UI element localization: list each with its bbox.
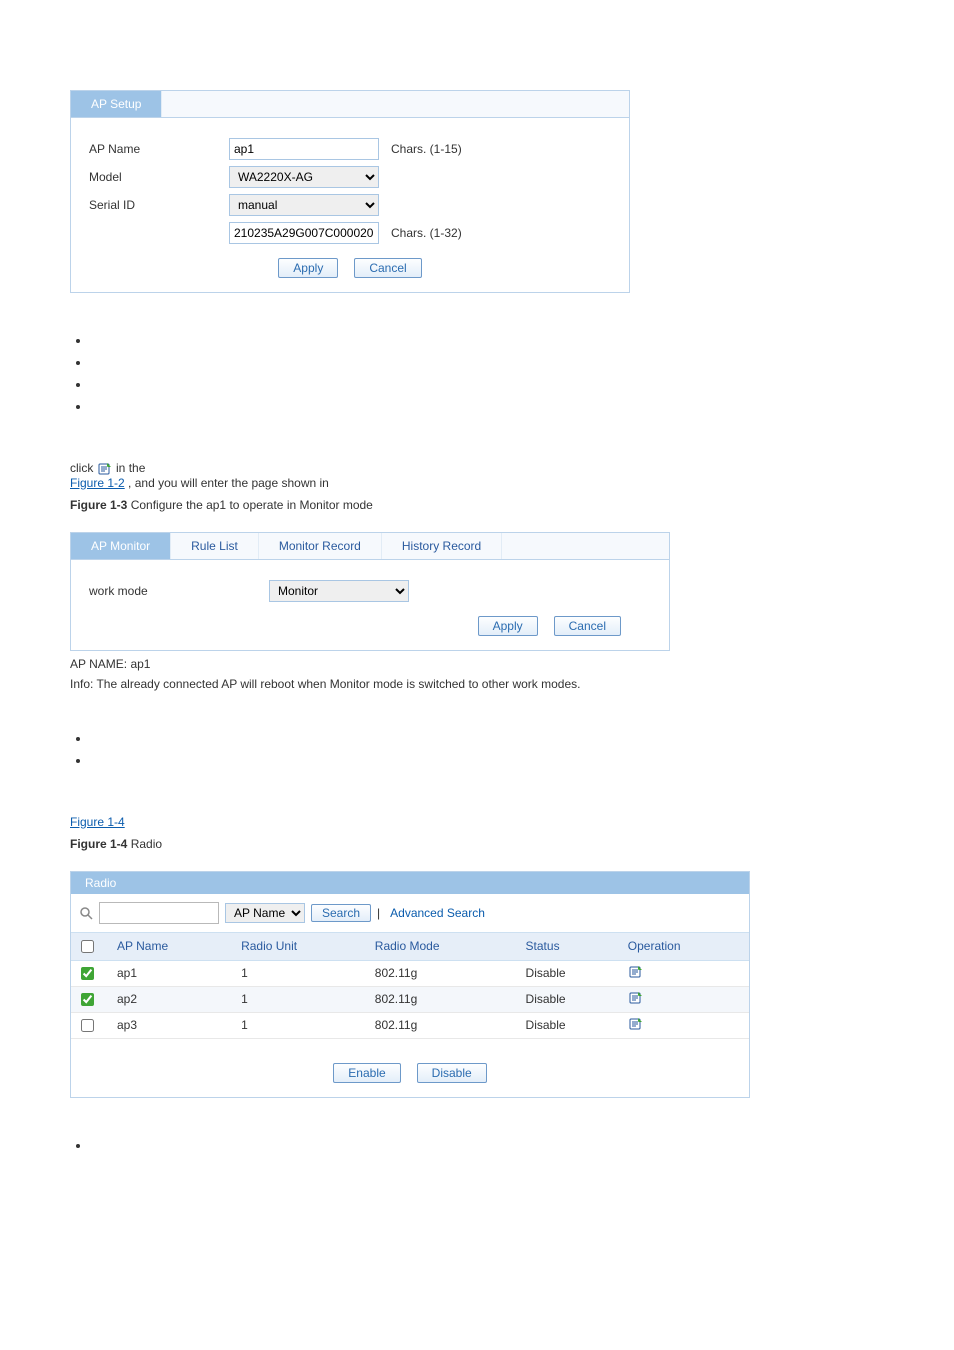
table-row: ap21802.11gDisable bbox=[71, 986, 749, 1012]
serial-mode-select[interactable]: manual bbox=[229, 194, 379, 216]
serial-hint: Chars. (1-32) bbox=[391, 226, 462, 240]
bullet-item bbox=[90, 377, 894, 399]
tab-monitor-record[interactable]: Monitor Record bbox=[259, 533, 382, 559]
cell-status: Disable bbox=[520, 986, 622, 1012]
radio-search-input[interactable] bbox=[99, 902, 219, 924]
ap-monitor-panel: AP MonitorRule ListMonitor RecordHistory… bbox=[70, 532, 670, 651]
ap-setup-panel: AP Setup AP Name Chars. (1-15) Model WA2… bbox=[70, 90, 630, 293]
col-radio-unit: Radio Unit bbox=[235, 932, 369, 960]
select-all-checkbox[interactable] bbox=[81, 940, 94, 953]
col-radio-mode: Radio Mode bbox=[369, 932, 520, 960]
bullet-list-1 bbox=[60, 333, 894, 421]
cell-ap: ap3 bbox=[111, 1012, 235, 1038]
model-label: Model bbox=[89, 170, 229, 184]
col-status: Status bbox=[520, 932, 622, 960]
cell-ap: ap1 bbox=[111, 960, 235, 986]
bullet-item bbox=[90, 1138, 894, 1160]
text-click: click bbox=[70, 461, 97, 475]
ap-setup-apply-button[interactable]: Apply bbox=[278, 258, 338, 278]
cell-mode: 802.11g bbox=[369, 1012, 520, 1038]
radio-disable-button[interactable]: Disable bbox=[417, 1063, 487, 1083]
doc-icon bbox=[97, 462, 113, 476]
work-mode-label: work mode bbox=[89, 584, 269, 598]
model-select[interactable]: WA2220X-AG bbox=[229, 166, 379, 188]
cell-status: Disable bbox=[520, 1012, 622, 1038]
tab-rule-list[interactable]: Rule List bbox=[171, 533, 259, 559]
tab-ap-setup[interactable]: AP Setup bbox=[71, 91, 162, 117]
text-post-fig2: , and you will enter the page shown in bbox=[128, 476, 329, 490]
table-row: ap11802.11gDisable bbox=[71, 960, 749, 986]
tab-history-record[interactable]: History Record bbox=[382, 533, 502, 559]
fig4-caption: Radio bbox=[131, 837, 162, 851]
radio-header: Radio bbox=[71, 872, 749, 894]
radio-enable-button[interactable]: Enable bbox=[333, 1063, 400, 1083]
ap-name-input[interactable] bbox=[229, 138, 379, 160]
edit-icon[interactable] bbox=[628, 991, 644, 1005]
edit-icon[interactable] bbox=[628, 965, 644, 979]
bullet-item bbox=[90, 355, 894, 377]
radio-search-field-select[interactable]: AP Name bbox=[225, 903, 305, 923]
col-operation: Operation bbox=[622, 932, 749, 960]
cell-mode: 802.11g bbox=[369, 960, 520, 986]
ap-setup-cancel-button[interactable]: Cancel bbox=[354, 258, 421, 278]
bullet-item bbox=[90, 731, 894, 753]
cell-unit: 1 bbox=[235, 960, 369, 986]
monitor-cancel-button[interactable]: Cancel bbox=[554, 616, 621, 636]
bullet-list-3 bbox=[60, 1138, 894, 1160]
ap-name-info: AP NAME: ap1 bbox=[70, 657, 670, 671]
bullet-item bbox=[90, 753, 894, 775]
ap-name-hint: Chars. (1-15) bbox=[391, 142, 462, 156]
cell-ap: ap2 bbox=[111, 986, 235, 1012]
row-checkbox[interactable] bbox=[81, 967, 94, 980]
fig3-id: Figure 1-3 bbox=[70, 498, 127, 512]
radio-search-button[interactable]: Search bbox=[311, 904, 371, 922]
cell-unit: 1 bbox=[235, 1012, 369, 1038]
work-mode-select[interactable]: Monitor bbox=[269, 580, 409, 602]
fig4-link[interactable]: Figure 1-4 bbox=[70, 815, 125, 829]
radio-table: AP NameRadio UnitRadio ModeStatusOperati… bbox=[71, 932, 749, 1039]
table-row: ap31802.11gDisable bbox=[71, 1012, 749, 1038]
radio-panel: Radio AP Name Search | Advanced Search A… bbox=[70, 871, 750, 1098]
row-checkbox[interactable] bbox=[81, 993, 94, 1006]
monitor-apply-button[interactable]: Apply bbox=[478, 616, 538, 636]
bullet-item bbox=[90, 399, 894, 421]
cell-status: Disable bbox=[520, 960, 622, 986]
bullet-item bbox=[90, 333, 894, 355]
fig4-id: Figure 1-4 bbox=[70, 837, 127, 851]
edit-icon[interactable] bbox=[628, 1017, 644, 1031]
mode-switch-info: Info: The already connected AP will rebo… bbox=[70, 677, 670, 691]
col-ap-name: AP Name bbox=[111, 932, 235, 960]
cell-unit: 1 bbox=[235, 986, 369, 1012]
fig3-caption: Configure the ap1 to operate in Monitor … bbox=[131, 498, 373, 512]
cell-mode: 802.11g bbox=[369, 986, 520, 1012]
text-in-the: in the bbox=[116, 461, 145, 475]
bullet-list-2 bbox=[60, 731, 894, 775]
serial-number-input[interactable] bbox=[229, 222, 379, 244]
tab-ap-monitor[interactable]: AP Monitor bbox=[71, 533, 171, 559]
search-icon bbox=[79, 906, 93, 920]
advanced-search-link[interactable]: Advanced Search bbox=[390, 906, 485, 920]
serial-label: Serial ID bbox=[89, 198, 229, 212]
row-checkbox[interactable] bbox=[81, 1019, 94, 1032]
ap-name-label: AP Name bbox=[89, 142, 229, 156]
fig2-link[interactable]: Figure 1-2 bbox=[70, 476, 125, 490]
